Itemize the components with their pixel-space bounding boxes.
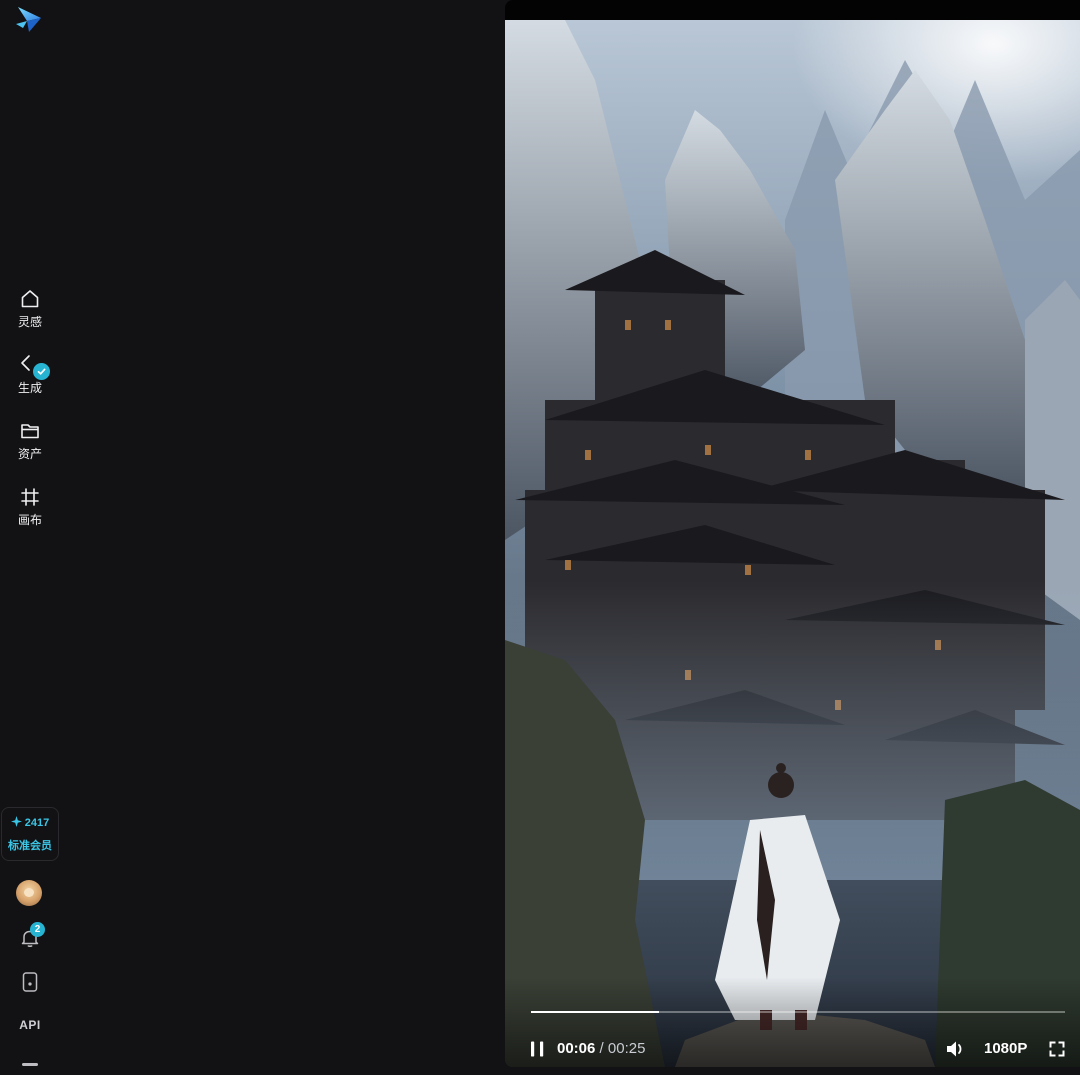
check-badge-icon: [32, 362, 51, 381]
notification-count-badge: 2: [30, 922, 45, 937]
progress-bar[interactable]: [531, 1011, 1065, 1013]
quality-selector[interactable]: 1080P: [984, 1041, 1027, 1057]
credits-value: 2417: [24, 816, 50, 829]
video-player[interactable]: 00:06 / 00:25 1080P: [505, 0, 1080, 1067]
sidebar-item-generate[interactable]: 生成: [0, 354, 60, 420]
video-frame: [505, 20, 1080, 1067]
sidebar-item-label: 生成: [17, 381, 42, 395]
folder-icon: [19, 420, 41, 442]
pause-icon[interactable]: [529, 1040, 547, 1058]
app-root: 灵感 生成 资产 画布 2417 标准会员 2 API 00:06 / 00:2…: [0, 0, 1080, 1075]
progress-fill: [531, 1011, 660, 1013]
credits-line: 2417: [10, 815, 50, 830]
sidebar-item-label: 画布: [17, 513, 42, 527]
avatar[interactable]: [16, 880, 42, 906]
sidebar-item-label: 灵感: [17, 315, 42, 329]
sidebar-item-assets[interactable]: 资产: [0, 420, 60, 486]
time-separator: /: [599, 1040, 604, 1057]
time-display: 00:06 / 00:25: [557, 1041, 645, 1057]
generate-spark-icon: [19, 354, 51, 381]
mobile-phone-icon[interactable]: [20, 971, 40, 993]
sidebar: 灵感 生成 资产 画布 2417 标准会员 2 API: [0, 0, 60, 1075]
fullscreen-icon[interactable]: [1049, 1041, 1065, 1057]
api-link[interactable]: API: [0, 1018, 60, 1032]
sidebar-item-label: 资产: [17, 447, 42, 461]
sidebar-item-inspiration[interactable]: 灵感: [0, 288, 60, 354]
home-icon: [19, 288, 41, 310]
sidebar-item-canvas[interactable]: 画布: [0, 486, 60, 552]
menu-icon[interactable]: [22, 1063, 38, 1066]
sparkle-icon: [10, 815, 22, 830]
avatar-face: [24, 888, 34, 897]
paper-plane-logo-icon[interactable]: [14, 4, 44, 34]
membership-label: 标准会员: [8, 839, 52, 852]
credits-button[interactable]: 2417 标准会员: [1, 807, 59, 861]
volume-icon[interactable]: [945, 1039, 967, 1059]
canvas-crop-icon: [19, 486, 41, 508]
duration: 00:25: [607, 1040, 646, 1057]
sidebar-nav: 灵感 生成 资产 画布: [0, 288, 60, 552]
current-time: 00:06: [557, 1040, 596, 1057]
